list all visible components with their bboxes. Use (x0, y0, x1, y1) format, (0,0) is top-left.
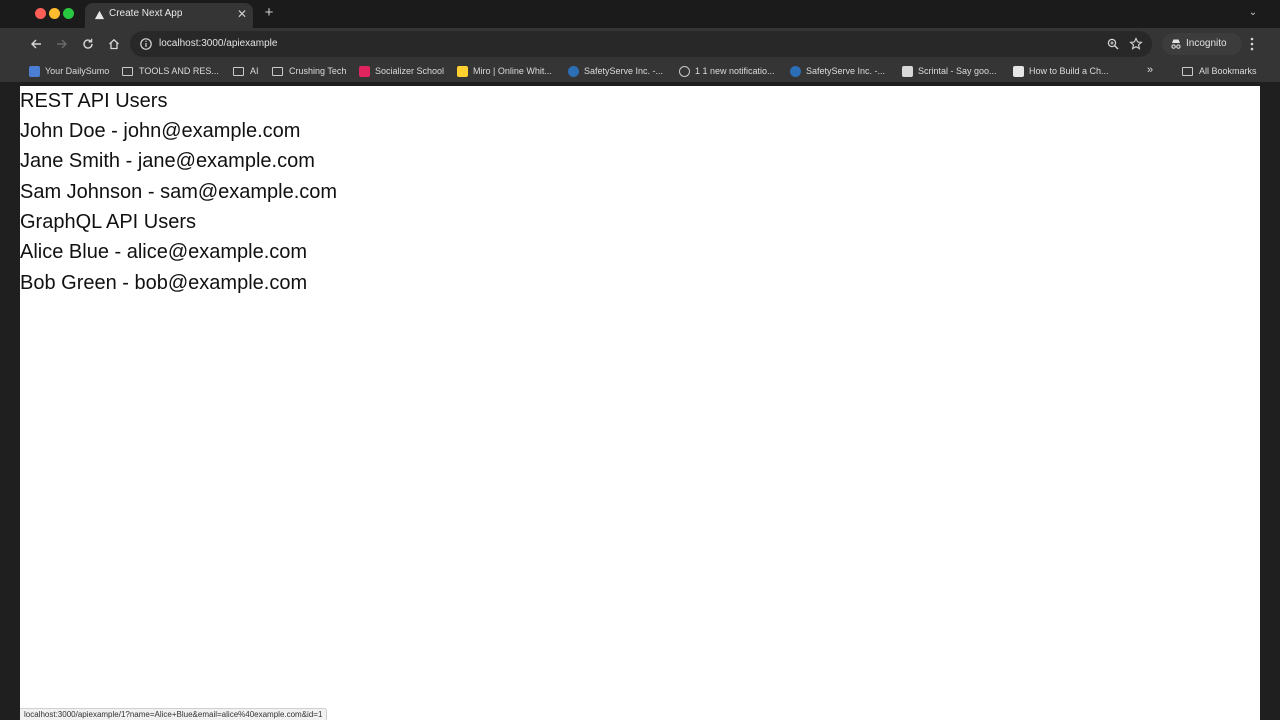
graphql-api-heading: GraphQL API Users (20, 211, 196, 233)
bookmark-label: Miro | Online Whit... (473, 66, 552, 76)
bookmark-item[interactable]: How to Build a Ch... (1013, 64, 1109, 78)
bookmark-label: How to Build a Ch... (1029, 66, 1109, 76)
close-tab-icon[interactable]: ✕ (235, 7, 249, 21)
forward-arrow-icon (57, 39, 67, 49)
incognito-indicator[interactable]: Incognito (1162, 33, 1242, 55)
address-bar[interactable]: localhost:3000/apiexample (130, 31, 1152, 57)
folder-icon (1182, 66, 1193, 76)
reload-button[interactable] (79, 35, 97, 53)
user-link[interactable]: Bob Green - bob@example.com (20, 268, 307, 298)
browser-window: Create Next App ✕ + ⌄ localhost:3000/api… (0, 0, 1280, 720)
forward-button[interactable] (53, 35, 71, 53)
bookmark-item[interactable]: Scrintal - Say goo... (902, 64, 997, 78)
bookmark-label: 1 1 new notificatio... (695, 66, 775, 76)
reload-icon (83, 38, 93, 49)
toolbar: localhost:3000/apiexample Incognito (0, 28, 1280, 60)
folder-icon (233, 66, 244, 76)
bookmark-item[interactable]: SafetyServe Inc. -... (790, 64, 885, 78)
bookmark-folder[interactable]: Crushing Tech (272, 64, 346, 78)
link-status-bubble: localhost:3000/apiexample/1?name=Alice+B… (20, 708, 328, 720)
incognito-label: Incognito (1186, 38, 1227, 49)
nextjs-favicon-icon (94, 10, 105, 20)
more-vertical-icon (1250, 37, 1254, 51)
how-to-favicon-icon (1013, 65, 1024, 77)
bookmark-label: SafetyServe Inc. -... (584, 66, 664, 76)
tab-title: Create Next App (109, 8, 183, 19)
tab-search-chevron-icon[interactable]: ⌄ (1244, 5, 1262, 21)
tab-create-next-app[interactable]: Create Next App ✕ (85, 3, 253, 28)
tab-strip: Create Next App ✕ + ⌄ (0, 0, 1280, 28)
globe-icon (679, 65, 690, 77)
home-icon (109, 38, 119, 50)
miro-favicon-icon (457, 65, 468, 77)
bookmark-star-icon[interactable] (1129, 37, 1143, 51)
url-text: localhost:3000/apiexample (159, 38, 278, 49)
bookmark-item[interactable]: SafetyServe Inc. -... (568, 64, 663, 78)
zoom-icon[interactable] (1106, 37, 1120, 51)
bookmark-label: Scrintal - Say goo... (918, 66, 997, 76)
socializer-favicon-icon (359, 65, 370, 77)
bookmark-label: TOOLS AND RES... (139, 66, 219, 76)
bookmark-label: Crushing Tech (289, 66, 347, 76)
incognito-icon (1171, 39, 1181, 49)
rest-api-heading: REST API Users (20, 90, 168, 112)
more-bookmarks-chevron-icon[interactable]: » (1147, 64, 1153, 76)
bookmark-label: AI (250, 66, 259, 76)
all-bookmarks-button[interactable]: All Bookmarks (1182, 64, 1257, 78)
bookmark-item[interactable]: Socializer School (359, 64, 444, 78)
safetyserve-favicon-icon (790, 65, 801, 77)
bookmark-item[interactable]: Your DailySumo (29, 64, 109, 78)
folder-icon (272, 66, 283, 76)
back-button[interactable] (27, 35, 45, 53)
page-viewport: REST API Users John Doe - john@example.c… (20, 86, 1260, 720)
bookmark-folder[interactable]: AI (233, 64, 259, 78)
bookmark-folder[interactable]: TOOLS AND RES... (122, 64, 219, 78)
all-bookmarks-label: All Bookmarks (1199, 66, 1257, 76)
user-link[interactable]: Alice Blue - alice@example.com (20, 237, 307, 267)
minimize-window-button[interactable] (49, 8, 60, 19)
dailysumo-favicon-icon (29, 65, 40, 77)
bookmark-label: Your DailySumo (45, 66, 110, 76)
bookmark-item[interactable]: Miro | Online Whit... (457, 64, 552, 78)
close-window-button[interactable] (35, 8, 46, 19)
browser-menu-button[interactable] (1245, 35, 1259, 53)
user-item: John Doe - john@example.com (20, 120, 301, 142)
maximize-window-button[interactable] (63, 8, 74, 19)
user-item: Jane Smith - jane@example.com (20, 150, 315, 172)
folder-icon (122, 66, 133, 76)
bookmarks-bar: Your DailySumo TOOLS AND RES... AI Crush… (0, 60, 1280, 82)
bookmark-label: Socializer School (375, 66, 445, 76)
scrintal-favicon-icon (902, 65, 913, 77)
home-button[interactable] (105, 35, 123, 53)
back-arrow-icon (31, 39, 41, 49)
bookmark-item[interactable]: 1 1 new notificatio... (679, 64, 775, 78)
bookmark-label: SafetyServe Inc. -... (806, 66, 886, 76)
safetyserve-favicon-icon (568, 65, 579, 77)
new-tab-button[interactable]: + (261, 5, 277, 21)
site-info-icon[interactable] (139, 37, 153, 51)
user-item: Sam Johnson - sam@example.com (20, 181, 338, 203)
